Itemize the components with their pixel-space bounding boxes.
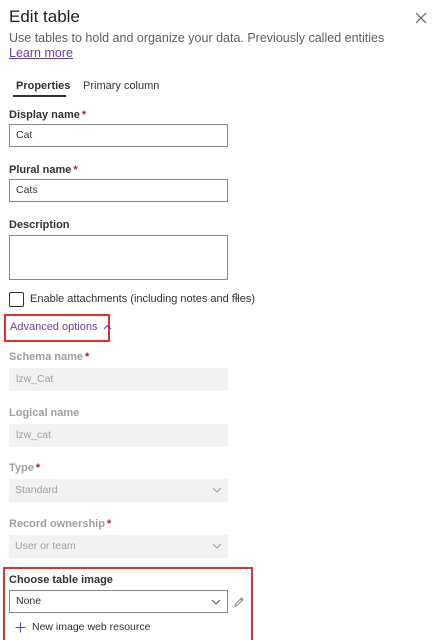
record-ownership-value: User or team bbox=[15, 540, 76, 552]
display-name-input[interactable]: Cat bbox=[9, 124, 228, 147]
record-ownership-label: Record ownership * bbox=[9, 518, 112, 530]
record-ownership-select[interactable]: User or team bbox=[9, 535, 228, 558]
chevron-down-icon bbox=[212, 543, 222, 549]
type-select[interactable]: Standard bbox=[9, 479, 228, 502]
close-icon[interactable] bbox=[414, 11, 428, 25]
panel-subtitle: Use tables to hold and organize your dat… bbox=[9, 31, 385, 45]
table-image-label: Choose table image bbox=[9, 574, 113, 586]
learn-more-link[interactable]: Learn more bbox=[9, 46, 73, 60]
table-image-value: None bbox=[16, 595, 42, 607]
enable-attachments-checkbox[interactable] bbox=[9, 292, 24, 307]
chevron-down-icon bbox=[211, 599, 221, 605]
type-select-value: Standard bbox=[15, 484, 58, 496]
advanced-options-toggle[interactable]: Advanced options bbox=[10, 321, 112, 333]
description-textarea[interactable] bbox=[9, 235, 228, 280]
display-name-label: Display name * bbox=[9, 109, 87, 121]
new-image-web-resource-label: New image web resource bbox=[32, 621, 151, 633]
tab-primary-column[interactable]: Primary column bbox=[83, 80, 159, 92]
logical-name-label: Logical name bbox=[9, 407, 80, 419]
chevron-up-icon bbox=[104, 324, 112, 330]
plural-name-input[interactable]: Cats bbox=[9, 179, 228, 202]
enable-attachments-label: Enable attachments (including notes and … bbox=[30, 293, 256, 305]
plus-icon bbox=[15, 622, 26, 632]
schema-name-label: Schema name * bbox=[9, 351, 90, 363]
new-image-web-resource-button[interactable]: New image web resource bbox=[15, 621, 150, 633]
active-tab-indicator bbox=[13, 95, 66, 97]
type-label: Type * bbox=[9, 462, 41, 474]
chevron-down-icon bbox=[212, 487, 222, 493]
plural-name-label: Plural name * bbox=[9, 164, 78, 176]
edit-pencil-icon[interactable] bbox=[233, 595, 245, 613]
attachments-footnote: 1 bbox=[234, 292, 239, 301]
table-image-select[interactable]: None bbox=[9, 590, 228, 613]
logical-name-input[interactable]: lzw_cat bbox=[9, 424, 228, 447]
tab-properties[interactable]: Properties bbox=[16, 80, 70, 92]
schema-name-input[interactable]: lzw_Cat bbox=[9, 368, 228, 391]
panel-title: Edit table bbox=[9, 7, 80, 26]
description-label: Description bbox=[9, 219, 70, 231]
advanced-options-label: Advanced options bbox=[10, 321, 98, 333]
